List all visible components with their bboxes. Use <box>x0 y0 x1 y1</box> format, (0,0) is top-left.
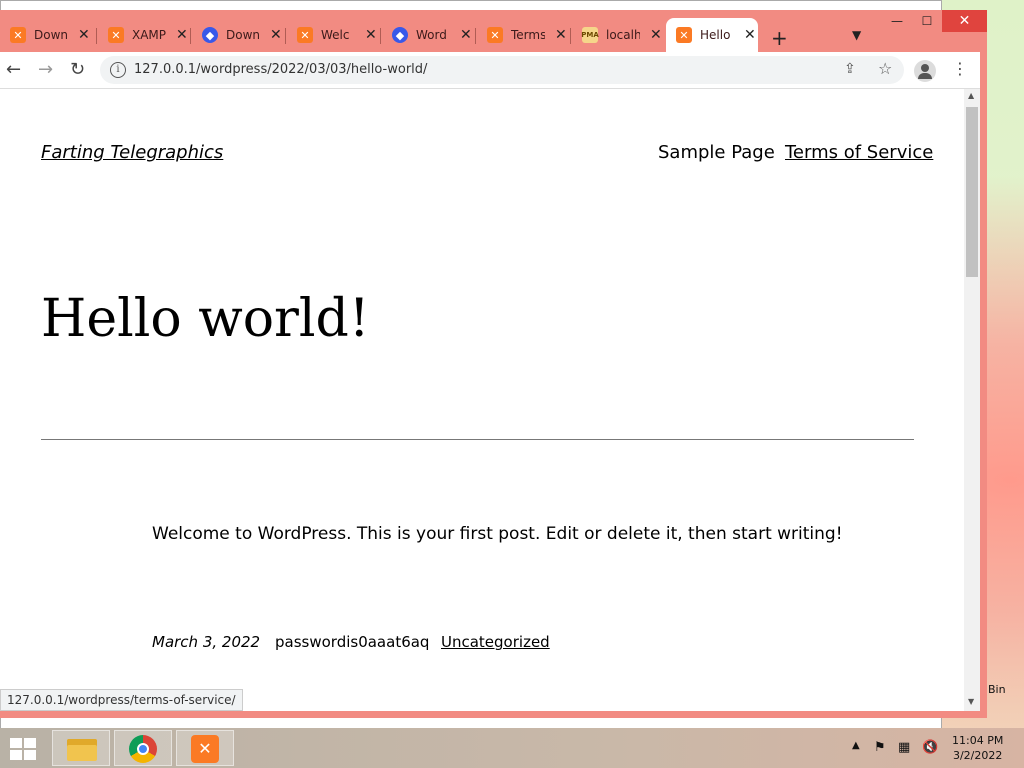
tab-3[interactable]: ◆ Down ✕ <box>192 20 282 50</box>
tab-separator <box>570 28 571 44</box>
volume-muted-icon[interactable]: 🔇 <box>922 740 938 755</box>
bookmark-star-icon[interactable]: ☆ <box>878 59 892 78</box>
vertical-scrollbar[interactable]: ▲ ▼ <box>964 89 980 711</box>
tab-title: XAMP <box>132 28 166 42</box>
tab-separator <box>285 28 286 44</box>
post-content: Welcome to WordPress. This is your first… <box>152 524 843 544</box>
kebab-menu-icon[interactable]: ⋮ <box>952 59 968 78</box>
close-icon[interactable]: ✕ <box>270 27 282 43</box>
close-icon[interactable]: ✕ <box>78 27 90 43</box>
minimize-button[interactable]: — <box>882 10 912 32</box>
tab-title: localh <box>606 28 640 42</box>
tab-separator <box>380 28 381 44</box>
tab-4[interactable]: ✕ Welc ✕ <box>287 20 377 50</box>
scroll-down-arrow-icon[interactable]: ▼ <box>968 697 974 706</box>
wordpress-icon: ◆ <box>202 27 218 43</box>
file-explorer-icon <box>67 739 97 761</box>
tray-overflow-arrow-icon[interactable]: ▲ <box>852 740 860 751</box>
taskbar-chrome[interactable] <box>114 730 172 766</box>
tab-title: Terms <box>511 28 545 42</box>
xampp-icon: ✕ <box>297 27 313 43</box>
close-icon[interactable]: ✕ <box>460 27 472 43</box>
back-arrow-icon[interactable]: ← <box>6 59 21 80</box>
xampp-icon: ✕ <box>191 735 219 763</box>
profile-avatar-icon[interactable] <box>914 60 936 82</box>
wordpress-icon: ◆ <box>392 27 408 43</box>
share-icon[interactable]: ⇪ <box>844 61 856 77</box>
tab-6[interactable]: ✕ Terms ✕ <box>477 20 567 50</box>
tab-2[interactable]: ✕ XAMP ✕ <box>98 20 188 50</box>
close-icon[interactable]: ✕ <box>744 27 756 43</box>
tab-title: Down <box>226 28 260 42</box>
network-icon[interactable]: ▦ <box>898 740 910 755</box>
tab-5[interactable]: ◆ Word ✕ <box>382 20 472 50</box>
close-window-button[interactable]: ✕ <box>942 10 987 32</box>
page-viewport: Farting Telegraphics Sample Page Terms o… <box>0 89 964 711</box>
close-icon[interactable]: ✕ <box>365 27 377 43</box>
clock-time: 11:04 PM <box>952 734 1004 747</box>
post-title: Hello world! <box>41 289 370 349</box>
scroll-thumb[interactable] <box>966 107 978 277</box>
tab-separator <box>96 28 97 44</box>
phpmyadmin-icon: PMA <box>581 27 599 43</box>
tab-search-chevron-icon[interactable]: ▼ <box>852 28 861 42</box>
post-author[interactable]: passwordis0aaat6aq <box>275 633 429 651</box>
action-center-flag-icon[interactable]: ⚑ <box>874 740 886 755</box>
post-date[interactable]: March 3, 2022 <box>152 633 260 651</box>
browser-toolbar: ← → ↻ i 127.0.0.1/wordpress/2022/03/03/h… <box>0 52 980 89</box>
tab-title: Hello <box>700 28 731 42</box>
nav-terms-of-service[interactable]: Terms of Service <box>785 142 933 163</box>
taskbar-file-explorer[interactable] <box>52 730 110 766</box>
tab-title: Welc <box>321 28 350 42</box>
tab-8-active[interactable]: ✕ Hello ✕ <box>666 18 758 52</box>
window-controls: — ☐ ✕ <box>882 10 987 32</box>
chrome-icon <box>129 735 157 763</box>
maximize-button[interactable]: ☐ <box>912 10 942 32</box>
recycle-bin-label[interactable]: Bin <box>988 683 1006 696</box>
nav-sample-page[interactable]: Sample Page <box>658 142 775 163</box>
taskbar: ✕ ▲ ⚑ ▦ 🔇 11:04 PM 3/2/2022 <box>0 728 1024 768</box>
close-icon[interactable]: ✕ <box>650 27 662 43</box>
scroll-up-arrow-icon[interactable]: ▲ <box>968 91 974 100</box>
taskbar-xampp[interactable]: ✕ <box>176 730 234 766</box>
tab-title: Down <box>34 28 68 42</box>
clock-date: 3/2/2022 <box>952 749 1003 762</box>
site-title-link[interactable]: Farting Telegraphics <box>41 142 223 163</box>
xampp-icon: ✕ <box>10 27 26 43</box>
xampp-icon: ✕ <box>676 27 692 43</box>
info-icon[interactable]: i <box>110 62 126 78</box>
separator <box>41 439 914 440</box>
new-tab-button[interactable]: + <box>771 26 788 50</box>
url-text[interactable]: 127.0.0.1/wordpress/2022/03/03/hello-wor… <box>134 62 427 77</box>
xampp-icon: ✕ <box>487 27 503 43</box>
close-icon[interactable]: ✕ <box>555 27 567 43</box>
tab-1[interactable]: ✕ Down ✕ <box>0 20 90 50</box>
tab-7[interactable]: PMA localh ✕ <box>572 20 662 50</box>
browser-window: ✕ Down ✕ ✕ XAMP ✕ ◆ Down ✕ ✕ Welc ✕ ◆ Wo… <box>0 10 987 718</box>
address-bar[interactable]: i 127.0.0.1/wordpress/2022/03/03/hello-w… <box>100 56 904 84</box>
forward-arrow-icon[interactable]: → <box>38 59 53 80</box>
tab-separator <box>190 28 191 44</box>
xampp-icon: ✕ <box>108 27 124 43</box>
reload-icon[interactable]: ↻ <box>70 59 85 80</box>
close-icon[interactable]: ✕ <box>176 27 188 43</box>
status-bar-url: 127.0.0.1/wordpress/terms-of-service/ <box>0 689 243 711</box>
windows-start-icon[interactable] <box>8 736 38 762</box>
tab-strip: ✕ Down ✕ ✕ XAMP ✕ ◆ Down ✕ ✕ Welc ✕ ◆ Wo… <box>0 10 987 52</box>
tab-title: Word <box>416 28 447 42</box>
system-clock[interactable]: 11:04 PM 3/2/2022 <box>952 733 1003 763</box>
tab-separator <box>475 28 476 44</box>
post-category-link[interactable]: Uncategorized <box>441 633 550 651</box>
